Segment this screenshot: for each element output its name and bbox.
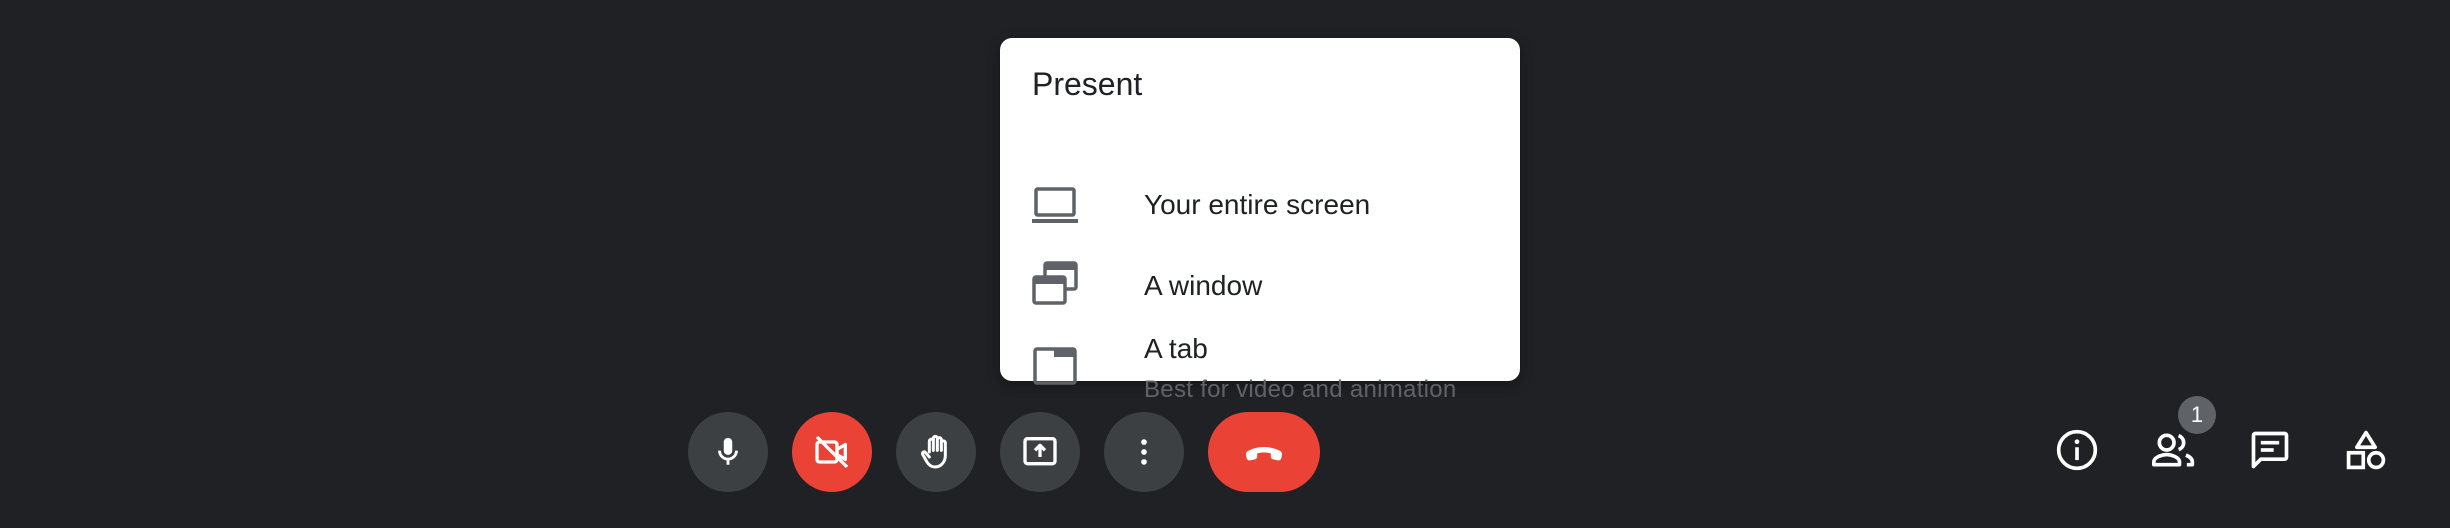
microphone-button[interactable] [688,412,768,492]
people-icon [2150,428,2198,477]
participant-count-badge: 1 [2178,396,2216,434]
menu-item-window[interactable]: A window [1000,243,1520,323]
info-icon [2055,428,2099,477]
tab-icon [1032,343,1078,389]
hand-icon [916,432,956,472]
menu-item-entire-screen[interactable]: Your entire screen [1000,163,1520,243]
present-screen-icon [1020,432,1060,472]
leave-call-button[interactable] [1208,412,1320,492]
chat-icon [2248,428,2292,477]
more-vert-icon [1127,435,1161,469]
meeting-details-button[interactable] [2037,412,2117,492]
menu-item-tab[interactable]: A tab Best for video and animation [1000,323,1520,413]
more-options-button[interactable] [1104,412,1184,492]
present-menu-title: Present [1032,66,1143,102]
menu-item-label: A tab [1144,333,1208,364]
present-now-button[interactable] [1000,412,1080,492]
camera-toggle-button[interactable] [792,412,872,492]
chat-button[interactable] [2230,412,2310,492]
menu-item-label: Your entire screen [1144,189,1371,220]
laptop-icon [1032,183,1078,229]
window-icon [1032,261,1078,307]
phone-hangup-icon [1239,432,1289,472]
shapes-icon [2344,428,2388,477]
raise-hand-button[interactable] [896,412,976,492]
meeting-stage: Present Your entire screen A window A ta… [0,0,2450,528]
camera-off-icon [812,432,852,472]
menu-item-label: A window [1144,270,1263,301]
present-menu: Present Your entire screen A window A ta… [1000,38,1520,403]
menu-item-sublabel: Best for video and animation [1144,376,1457,403]
microphone-icon [711,435,745,469]
activities-button[interactable] [2326,412,2406,492]
